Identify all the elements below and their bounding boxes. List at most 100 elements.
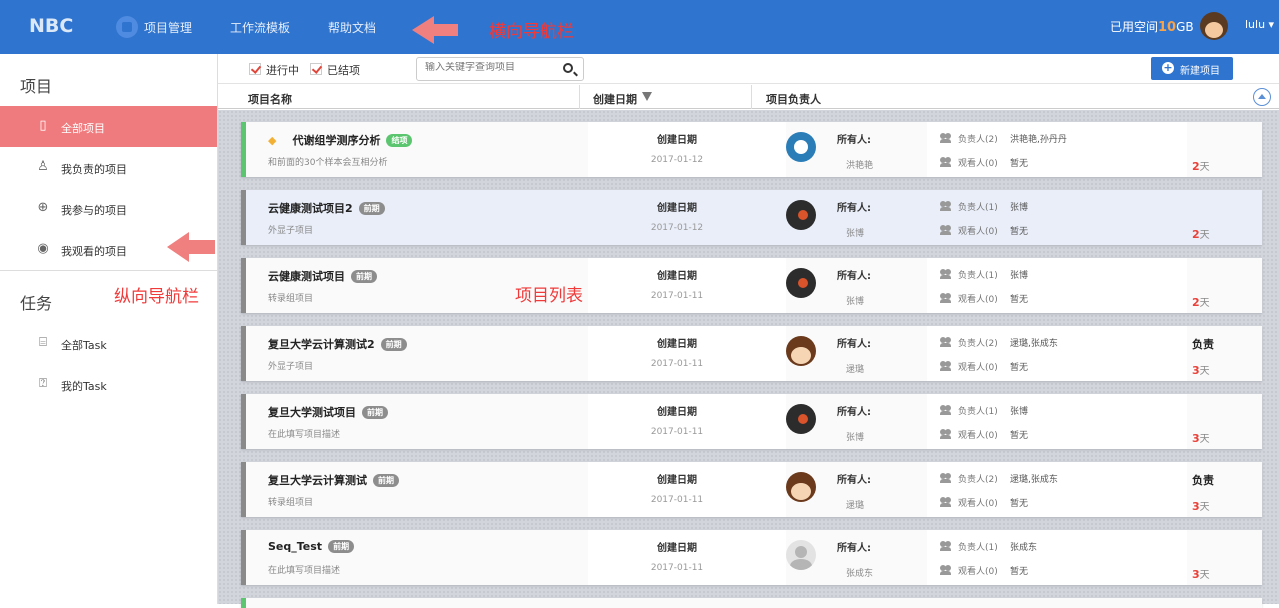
user-avatar[interactable] <box>1200 12 1228 40</box>
nav-help-docs[interactable]: 帮助文档 <box>328 19 376 36</box>
project-title[interactable]: 代谢组学测序分析 <box>292 134 380 147</box>
owner-avatar[interactable] <box>786 540 816 570</box>
owner-avatar[interactable] <box>786 404 816 434</box>
date-box: 创建日期 2017-01-11 <box>588 462 786 517</box>
lead-prefix: 负责人 <box>958 339 986 349</box>
owner-avatar[interactable] <box>786 472 816 502</box>
sidebar-item-my-lead-projects[interactable]: ♙ 我负责的项目 <box>0 147 217 188</box>
status-badge: 前期 <box>373 474 399 487</box>
owner-avatar[interactable] <box>786 200 816 230</box>
sidebar-item-joined-projects[interactable]: ⊕ 我参与的项目 <box>0 188 217 229</box>
project-card[interactable]: Seq_Test 前期 在此填写项目描述 创建日期 2017-01-11 所有人: 张成东负… <box>241 530 1262 585</box>
date-label: 创建日期 <box>657 407 697 418</box>
people-icon <box>940 337 952 347</box>
lead-number: (1) <box>985 271 998 281</box>
logo[interactable]: NBC <box>29 15 73 37</box>
project-description: 转录组项目 <box>268 294 314 304</box>
watch-prefix: 观看人 <box>958 363 986 373</box>
watch-names: 暂无 <box>1010 159 1029 169</box>
project-title[interactable]: Seq_Test <box>268 540 322 553</box>
project-name[interactable]: 复旦大学云计算测试 前期 <box>268 472 399 488</box>
sidebar-item-all-tasks[interactable]: ⌸ 全部Task <box>0 323 217 364</box>
project-title[interactable]: 复旦大学测试项目 <box>268 406 356 419</box>
people-icon <box>940 157 952 167</box>
owner-label: 所有人: <box>837 407 871 418</box>
project-name[interactable]: Seq_Test 前期 <box>268 540 355 553</box>
sidebar-item-label: 我参与的项目 <box>61 204 127 217</box>
lead-number: (2) <box>985 135 998 145</box>
project-list: ◆ 代谢组学测序分析 结项 和前面的30个样本会互相分析 创建日期 2017-01-12 所… <box>218 110 1279 608</box>
watch-prefix: 观看人 <box>958 295 986 305</box>
sort-desc-icon[interactable] <box>642 92 652 101</box>
project-description: 在此填写项目描述 <box>268 430 341 440</box>
sidebar-annotation: 纵向导航栏 <box>114 287 199 307</box>
watch-count: 观看人(0) <box>958 292 998 305</box>
project-title[interactable]: 复旦大学云计算测试2 <box>268 338 375 351</box>
closed-checkbox[interactable] <box>310 63 322 75</box>
in-progress-checkbox[interactable] <box>249 63 261 75</box>
people-icon <box>940 133 952 143</box>
nav-project-manage[interactable]: 项目管理 <box>144 19 192 36</box>
owner-avatar[interactable] <box>786 132 816 162</box>
user-menu[interactable]: lulu ▾ <box>1245 18 1274 31</box>
project-card[interactable]: 复旦大学云计算测试2 前期 外显子项目 创建日期 2017-01-11 所有人: 逯璐 负责人… <box>241 326 1262 381</box>
status-badge: 前期 <box>358 202 385 215</box>
watch-count: 观看人(0) <box>958 360 998 373</box>
nav-workflow-template[interactable]: 工作流模板 <box>230 19 290 36</box>
project-name[interactable]: 复旦大学云计算测试2 前期 <box>268 336 407 352</box>
sidebar-item-label: 全部Task <box>61 339 107 352</box>
project-card[interactable]: 云健康测试项目2 前期 外显子项目 创建日期 2017-01-12 所有人: 张博 负责人(1… <box>241 190 1262 245</box>
project-card[interactable]: 复旦大学云计算测试 前期 转录组项目 创建日期 2017-01-11 所有人: 逯璐 负责人(… <box>241 462 1262 517</box>
col-project-lead[interactable]: 项目负责人 <box>766 91 821 107</box>
watch-names: 暂无 <box>1010 499 1029 509</box>
owner-avatar[interactable] <box>786 268 816 298</box>
list-header: 项目名称 创建日期 项目负责人 <box>218 85 1279 109</box>
days-suffix: 天 <box>1199 366 1210 377</box>
col-project-name[interactable]: 项目名称 <box>248 91 292 107</box>
watch-count: 观看人(0) <box>958 156 998 169</box>
days-value: 2 <box>1192 296 1200 309</box>
people-icon <box>940 293 952 303</box>
eye-icon: ◉ <box>37 241 49 256</box>
owner-avatar[interactable] <box>786 336 816 366</box>
col-created-date[interactable]: 创建日期 <box>593 91 637 107</box>
sidebar-item-my-tasks[interactable]: ⍰ 我的Task <box>0 364 217 405</box>
project-card[interactable]: 云健康测试项目 前期 转录组项目 创建日期 2017-01-11 所有人: 张博 负责人(1)… <box>241 258 1262 313</box>
project-name[interactable]: 复旦大学测试项目 前期 <box>268 404 388 420</box>
date-label: 创建日期 <box>657 339 697 350</box>
date-label: 创建日期 <box>657 543 697 554</box>
lead-number: (1) <box>985 203 998 213</box>
project-name[interactable]: ◆ 代谢组学测序分析 结项 <box>268 132 413 148</box>
project-card[interactable] <box>241 598 1262 608</box>
list-annotation: 项目列表 <box>515 286 583 306</box>
project-description: 外显子项目 <box>268 362 314 372</box>
search-input[interactable] <box>425 62 555 73</box>
days-elapsed: 3天 <box>1192 498 1210 513</box>
sidebar-item-all-projects[interactable]: ▯ 全部项目 <box>0 106 217 147</box>
project-card[interactable]: ◆ 代谢组学测序分析 结项 和前面的30个样本会互相分析 创建日期 2017-01-12 所… <box>241 122 1262 177</box>
sidebar-heading-tasks: 任务 <box>20 294 53 313</box>
in-progress-label: 进行中 <box>266 64 299 77</box>
lead-count: 负责人(1) <box>958 200 998 213</box>
quota-label: 已用空间 <box>1110 20 1159 34</box>
project-name[interactable]: 云健康测试项目2 前期 <box>268 200 385 216</box>
date-value: 2017-01-11 <box>650 291 704 301</box>
col-separator <box>751 85 752 109</box>
top-navbar: NBC 项目管理 工作流模板 帮助文档 横向导航栏 已用空间10GB lulu … <box>0 0 1279 54</box>
project-title[interactable]: 复旦大学云计算测试 <box>268 474 367 487</box>
lead-names: 张博 <box>1010 203 1029 213</box>
new-project-button[interactable]: + 新建项目 <box>1151 57 1233 80</box>
project-card[interactable]: 复旦大学测试项目 前期 在此填写项目描述 创建日期 2017-01-11 所有人: 张博 负责… <box>241 394 1262 449</box>
watch-count: 观看人(0) <box>958 224 998 237</box>
days-value: 3 <box>1192 432 1200 445</box>
date-box: 创建日期 2017-01-11 <box>588 530 786 585</box>
project-title[interactable]: 云健康测试项目2 <box>268 202 353 215</box>
storage-quota: 已用空间10GB <box>1110 18 1194 35</box>
days-value: 3 <box>1192 568 1200 581</box>
project-title[interactable]: 云健康测试项目 <box>268 270 345 283</box>
lead-count: 负责人(2) <box>958 132 998 145</box>
scroll-top-icon[interactable] <box>1253 88 1271 106</box>
date-value: 2017-01-11 <box>650 427 704 437</box>
project-name[interactable]: 云健康测试项目 前期 <box>268 268 377 284</box>
search-icon[interactable] <box>563 63 573 73</box>
